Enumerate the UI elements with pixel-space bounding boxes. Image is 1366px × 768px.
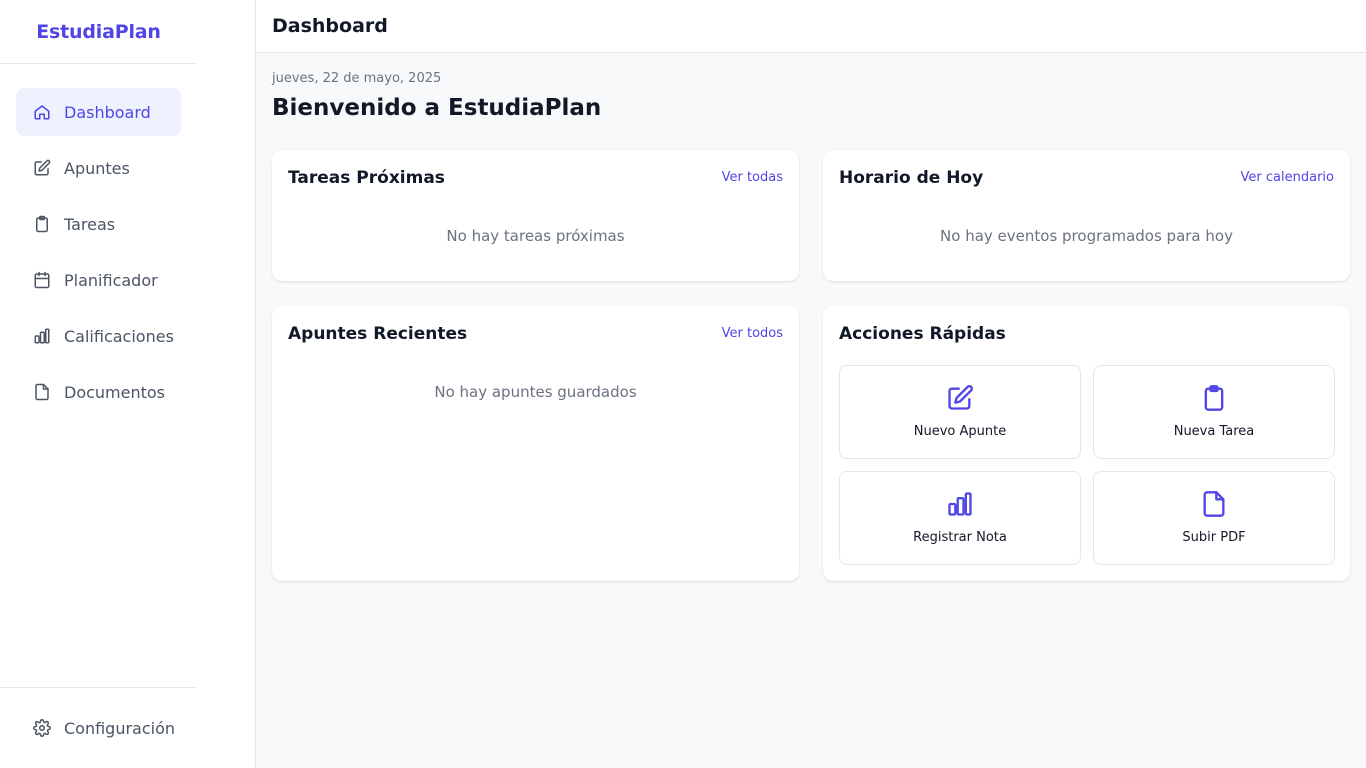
button-label: Nueva Tarea — [1173, 424, 1255, 439]
register-grade-button[interactable]: Registrar Nota — [839, 471, 1081, 565]
sidebar-item-configuracion[interactable]: Configuración — [16, 704, 181, 752]
file-icon — [1200, 490, 1228, 518]
calendar-icon — [33, 271, 51, 289]
bar-chart-icon — [33, 327, 51, 345]
bar-chart-icon — [946, 490, 974, 518]
upcoming-tasks-card: Tareas Próximas Ver todas No hay tareas … — [272, 150, 799, 281]
card-title: Apuntes Recientes — [288, 324, 468, 344]
welcome-heading: Bienvenido a EstudiaPlan — [272, 95, 602, 121]
home-icon — [33, 103, 51, 121]
sidebar-item-label: Documentos — [64, 382, 166, 402]
sidebar-item-label: Tareas — [64, 214, 116, 234]
sidebar-item-calificaciones[interactable]: Calificaciones — [16, 312, 181, 360]
button-label: Nuevo Apunte — [913, 424, 1007, 439]
edit-icon — [33, 159, 51, 177]
clipboard-icon — [1200, 384, 1228, 412]
sidebar-item-label: Configuración — [64, 718, 176, 738]
brand-name: EstudiaPlan — [36, 20, 161, 43]
sidebar: EstudiaPlan Dashboard Apuntes Tareas Pla… — [0, 0, 256, 768]
card-title: Acciones Rápidas — [839, 324, 1006, 344]
top-bar: Dashboard — [256, 0, 1366, 53]
recent-notes-card: Apuntes Recientes Ver todos No hay apunt… — [272, 306, 799, 581]
card-title: Tareas Próximas — [288, 168, 445, 188]
view-all-tasks-link[interactable]: Ver todas — [722, 170, 783, 185]
clipboard-icon — [33, 215, 51, 233]
quick-actions-card: Acciones Rápidas Nuevo Apunte Nueva Tare… — [823, 306, 1350, 581]
brand-logo[interactable]: EstudiaPlan — [0, 0, 197, 64]
current-date: jueves, 22 de mayo, 2025 — [272, 71, 442, 86]
sidebar-item-documentos[interactable]: Documentos — [16, 368, 181, 416]
view-calendar-link[interactable]: Ver calendario — [1241, 170, 1334, 185]
schedule-card: Horario de Hoy Ver calendario No hay eve… — [823, 150, 1350, 281]
page-title: Dashboard — [272, 15, 388, 37]
button-label: Subir PDF — [1182, 530, 1246, 545]
button-label: Registrar Nota — [913, 530, 1007, 545]
empty-message: No hay apuntes guardados — [434, 383, 637, 401]
sidebar-item-label: Dashboard — [64, 102, 151, 122]
file-icon — [33, 383, 51, 401]
card-title: Horario de Hoy — [839, 168, 984, 188]
empty-message: No hay tareas próximas — [446, 227, 625, 245]
view-all-notes-link[interactable]: Ver todos — [722, 326, 783, 341]
new-note-button[interactable]: Nuevo Apunte — [839, 365, 1081, 459]
sidebar-item-dashboard[interactable]: Dashboard — [16, 88, 181, 136]
sidebar-item-planificador[interactable]: Planificador — [16, 256, 181, 304]
sidebar-item-label: Planificador — [64, 270, 158, 290]
gear-icon — [33, 719, 51, 737]
sidebar-item-apuntes[interactable]: Apuntes — [16, 144, 181, 192]
empty-message: No hay eventos programados para hoy — [940, 227, 1233, 245]
sidebar-item-label: Calificaciones — [64, 326, 174, 346]
edit-icon — [946, 384, 974, 412]
new-task-button[interactable]: Nueva Tarea — [1093, 365, 1335, 459]
upload-pdf-button[interactable]: Subir PDF — [1093, 471, 1335, 565]
sidebar-item-label: Apuntes — [64, 158, 130, 178]
sidebar-item-tareas[interactable]: Tareas — [16, 200, 181, 248]
sidebar-footer: Configuración — [0, 687, 197, 752]
sidebar-nav: Dashboard Apuntes Tareas Planificador Ca… — [0, 64, 255, 416]
